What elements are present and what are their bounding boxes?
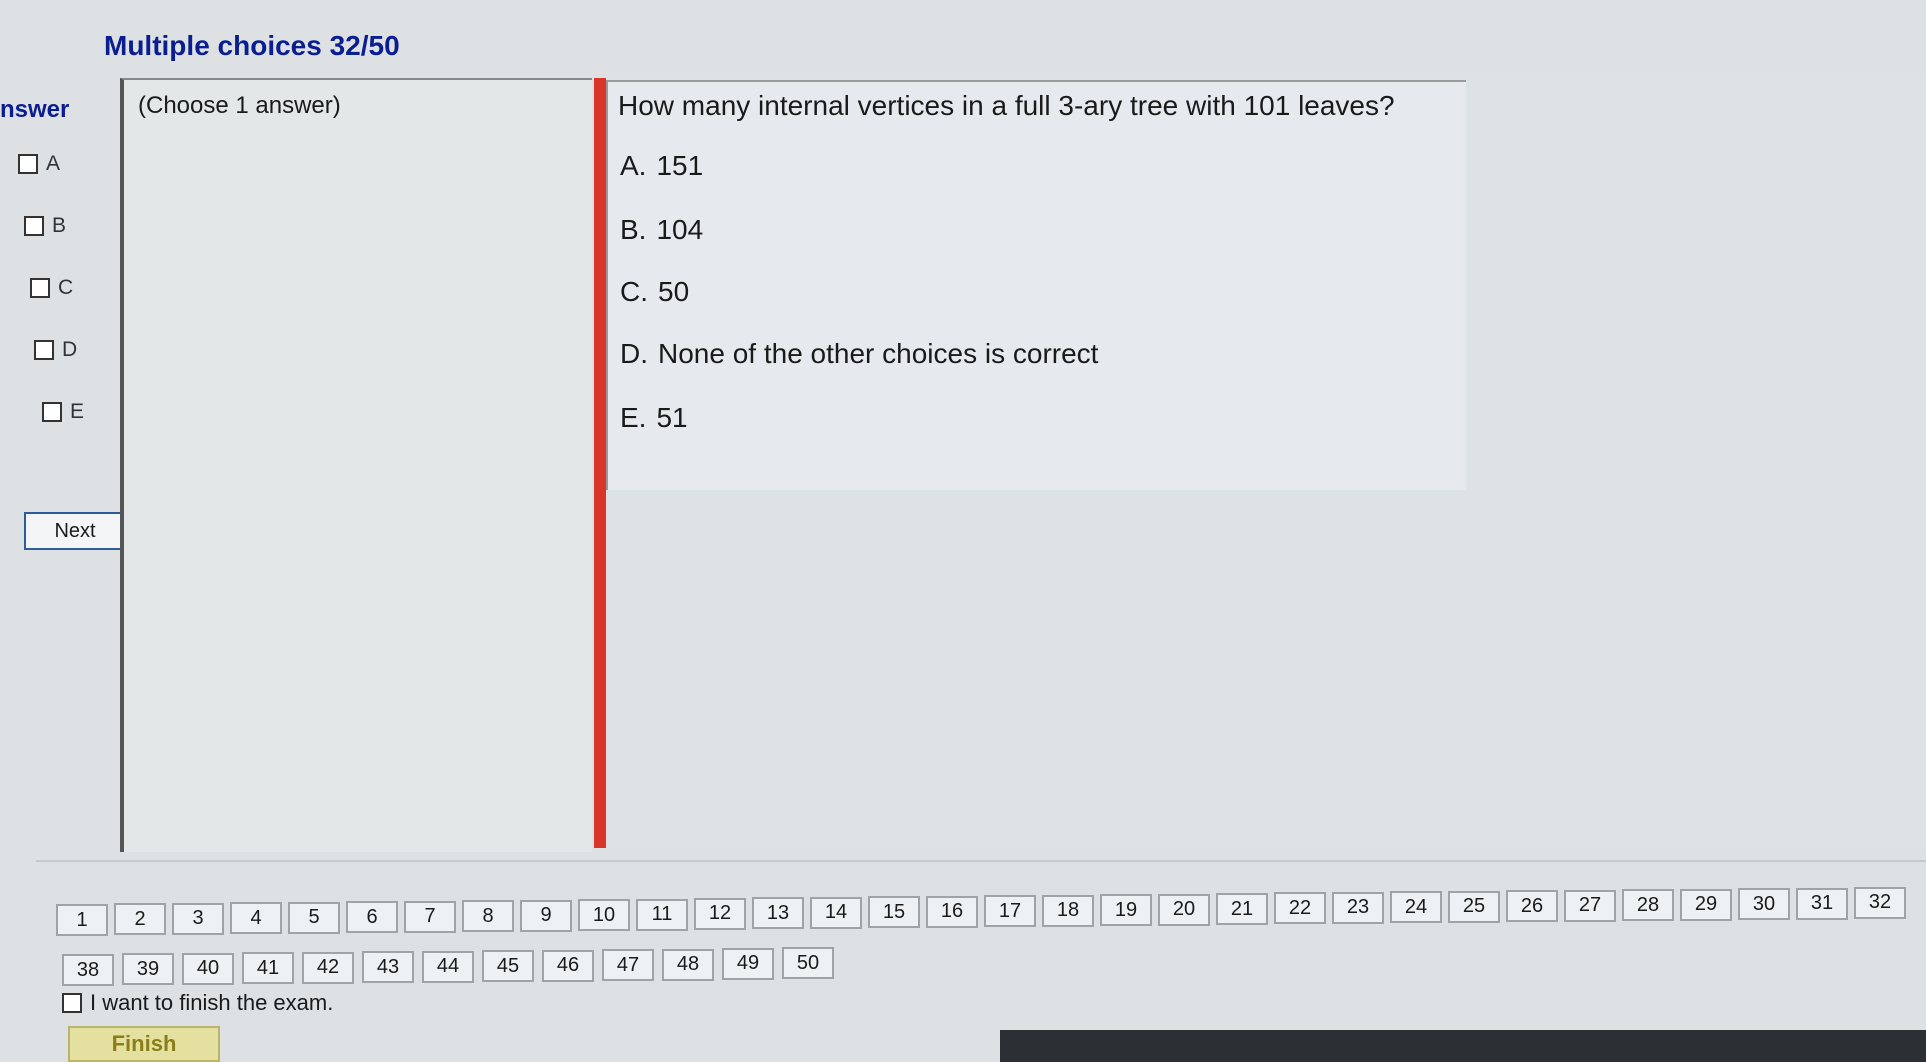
question-nav-button[interactable]: 4 xyxy=(230,902,282,935)
answer-label-a: A xyxy=(46,152,61,175)
question-nav-button[interactable]: 40 xyxy=(182,952,234,985)
question-nav-button[interactable]: 19 xyxy=(1100,894,1152,927)
question-nav-button[interactable]: 8 xyxy=(462,900,514,933)
option-text: None of the other choices is correct xyxy=(658,338,1099,369)
question-nav-button[interactable]: 3 xyxy=(172,902,224,935)
question-nav-button[interactable]: 27 xyxy=(1564,889,1616,922)
question-nav-button[interactable]: 44 xyxy=(422,950,474,983)
option-text: 50 xyxy=(658,276,690,307)
finish-checkbox-label: I want to finish the exam. xyxy=(90,990,334,1015)
question-nav-button[interactable]: 14 xyxy=(810,896,862,929)
question-nav-button[interactable]: 49 xyxy=(722,947,774,980)
option-b: B. 104 xyxy=(620,214,703,246)
option-letter: B. xyxy=(620,214,647,245)
question-nav-button[interactable]: 41 xyxy=(242,952,294,985)
question-nav-button[interactable]: 24 xyxy=(1390,891,1442,924)
question-nav-button[interactable]: 25 xyxy=(1448,890,1500,923)
answer-choice-b[interactable]: B xyxy=(24,214,66,238)
question-nav-button[interactable]: 46 xyxy=(542,949,594,982)
option-a: A. 151 xyxy=(620,150,703,182)
question-nav-button[interactable]: 9 xyxy=(520,899,572,932)
page-title: Multiple choices 32/50 xyxy=(104,30,400,61)
question-nav-button[interactable]: 43 xyxy=(362,951,414,984)
option-e: E. 51 xyxy=(620,402,688,434)
choose-label: (Choose 1 answer) xyxy=(138,92,341,119)
option-text: 51 xyxy=(656,402,688,433)
question-area: How many internal vertices in a full 3-a… xyxy=(606,78,1926,848)
answer-label-e: E xyxy=(70,400,85,423)
finish-confirm[interactable]: I want to finish the exam. xyxy=(62,990,333,1016)
question-nav-button[interactable]: 7 xyxy=(404,900,456,933)
question-nav-button[interactable]: 45 xyxy=(482,950,534,983)
answer-checkbox-c[interactable] xyxy=(30,278,50,298)
splitter-bar[interactable] xyxy=(594,78,606,848)
question-nav-button[interactable]: 30 xyxy=(1738,888,1790,921)
question-nav-button[interactable]: 48 xyxy=(662,948,714,981)
question-nav-button[interactable]: 28 xyxy=(1622,889,1674,922)
question-nav-button[interactable]: 2 xyxy=(114,903,166,936)
answer-label-b: B xyxy=(52,214,67,237)
answer-label-c: C xyxy=(58,276,74,299)
answer-checkbox-d[interactable] xyxy=(34,340,54,360)
question-nav-button[interactable]: 22 xyxy=(1274,892,1326,925)
question-box: How many internal vertices in a full 3-a… xyxy=(606,80,1466,490)
question-nav-button[interactable]: 6 xyxy=(346,901,398,934)
option-c: C. 50 xyxy=(620,276,689,308)
question-nav-button[interactable]: 16 xyxy=(926,895,978,928)
choose-panel: (Choose 1 answer) xyxy=(120,78,592,852)
answer-label-d: D xyxy=(62,338,78,361)
question-nav-button[interactable]: 10 xyxy=(578,899,630,932)
divider xyxy=(36,860,1926,862)
answer-checkbox-e[interactable] xyxy=(42,402,62,422)
question-nav-button[interactable]: 31 xyxy=(1796,887,1848,920)
question-nav-button[interactable]: 18 xyxy=(1042,894,1094,927)
answer-checkbox-b[interactable] xyxy=(24,216,44,236)
screen-edge xyxy=(1000,1030,1926,1062)
question-nav-button[interactable]: 42 xyxy=(302,951,354,984)
question-nav-button[interactable]: 12 xyxy=(694,897,746,930)
question-nav-button[interactable]: 26 xyxy=(1506,890,1558,923)
question-nav-button[interactable]: 39 xyxy=(122,953,174,986)
question-nav-button[interactable]: 11 xyxy=(636,898,688,931)
option-letter: D. xyxy=(620,338,648,369)
option-text: 151 xyxy=(656,150,704,181)
option-letter: E. xyxy=(620,402,647,433)
question-nav-button[interactable]: 15 xyxy=(868,896,920,929)
next-button[interactable]: Next xyxy=(24,512,126,550)
option-letter: C. xyxy=(620,276,648,307)
finish-button[interactable]: Finish xyxy=(68,1026,220,1062)
question-nav-button[interactable]: 13 xyxy=(752,897,804,930)
question-nav-button[interactable]: 23 xyxy=(1332,891,1384,924)
question-nav-button[interactable]: 5 xyxy=(288,901,340,934)
question-nav-button[interactable]: 1 xyxy=(56,904,108,936)
question-text: How many internal vertices in a full 3-a… xyxy=(618,90,1395,121)
answer-choice-c[interactable]: C xyxy=(30,276,73,300)
answer-choice-e[interactable]: E xyxy=(42,400,84,424)
option-text: 104 xyxy=(656,214,704,245)
answer-checkbox-a[interactable] xyxy=(18,154,38,174)
question-nav-button[interactable]: 20 xyxy=(1158,893,1210,926)
question-nav-button[interactable]: 21 xyxy=(1216,893,1268,925)
finish-checkbox[interactable] xyxy=(62,993,82,1013)
option-letter: A. xyxy=(620,150,647,181)
option-d: D. None of the other choices is correct xyxy=(620,338,1098,370)
answer-heading: nswer xyxy=(0,96,70,123)
question-nav-button[interactable]: 29 xyxy=(1680,888,1732,921)
answer-choice-a[interactable]: A xyxy=(18,152,60,176)
question-nav-button[interactable]: 50 xyxy=(782,947,834,980)
question-nav-button[interactable]: 32 xyxy=(1854,886,1906,919)
answer-choice-d[interactable]: D xyxy=(34,338,77,362)
question-nav-button[interactable]: 38 xyxy=(62,954,114,986)
question-nav-button[interactable]: 17 xyxy=(984,895,1036,928)
question-nav-button[interactable]: 47 xyxy=(602,949,654,982)
